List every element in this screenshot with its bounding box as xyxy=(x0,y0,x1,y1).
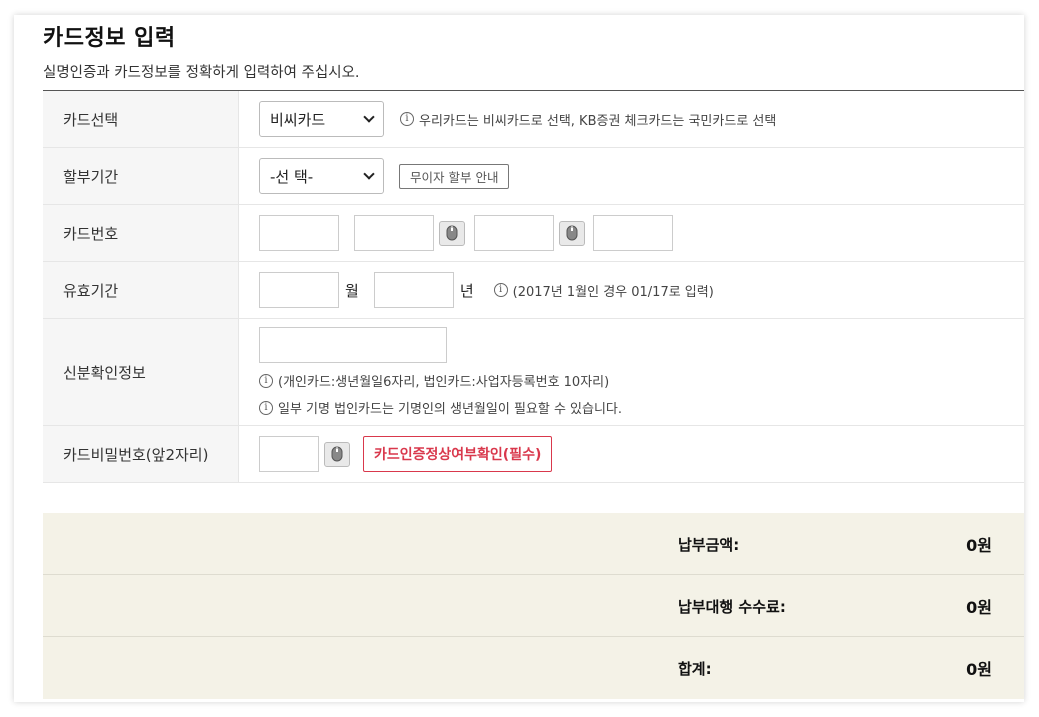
summary-label: 납부금액: xyxy=(678,535,740,554)
expiry-year-input[interactable] xyxy=(373,272,454,308)
identity-info-1: i (개인카드:생년월일6자리, 법인카드:사업자등록번호 10자리) xyxy=(259,371,609,390)
payment-summary: 납부금액: 0원 납부대행 수수료: 0원 합계: 0원 xyxy=(43,513,1024,699)
card-select-label: 카드선택 xyxy=(43,91,239,147)
row-card-number: 카드번호 xyxy=(43,205,1024,262)
card-select-value: 비씨카드 xyxy=(270,110,326,129)
mouse-icon[interactable] xyxy=(439,220,465,246)
info-circle-icon: i xyxy=(259,373,273,388)
expiry-info-text: (2017년 1월인 경우 01/17로 입력) xyxy=(512,284,714,300)
card-number-input-3[interactable] xyxy=(474,215,554,251)
interest-free-info-button[interactable]: 무이자 할부 안내 xyxy=(399,163,510,189)
month-unit: 월 xyxy=(345,281,359,300)
summary-row-total: 합계: 0원 xyxy=(43,637,1024,699)
chevron-down-icon xyxy=(363,111,375,123)
card-form: 카드선택 비씨카드 i 우리카드는 비씨카드로 선택, KB증권 체크카드는 국… xyxy=(43,90,1024,483)
row-password: 카드비밀번호(앞2자리) 카드인증정상여부확인(필수) xyxy=(43,426,1024,483)
page-title: 카드정보 입력 xyxy=(43,26,176,51)
card-number-input-4[interactable] xyxy=(593,215,673,251)
identity-input[interactable] xyxy=(259,327,447,363)
row-identity: 신분확인정보 i (개인카드:생년월일6자리, 법인카드:사업자등록번호 10자… xyxy=(43,319,1024,426)
card-info-panel: 카드정보 입력 실명인증과 카드정보를 정확하게 입력하여 주십시오. 카드선택… xyxy=(14,15,1024,702)
summary-value: 0원 xyxy=(966,660,992,679)
mouse-icon[interactable] xyxy=(559,220,585,246)
identity-info-2-text: 일부 기명 법인카드는 기명인의 생년월일이 필요할 수 있습니다. xyxy=(278,402,623,417)
summary-label: 합계: xyxy=(678,659,712,678)
installment-label: 할부기간 xyxy=(43,148,239,204)
identity-label: 신분확인정보 xyxy=(43,319,239,425)
summary-row-fee: 납부대행 수수료: 0원 xyxy=(43,575,1024,637)
identity-info-2: i 일부 기명 법인카드는 기명인의 생년월일이 필요할 수 있습니다. xyxy=(259,398,622,417)
card-select-info-text: 우리카드는 비씨카드로 선택, KB증권 체크카드는 국민카드로 선택 xyxy=(419,113,777,129)
mouse-icon[interactable] xyxy=(324,441,350,467)
expiry-month-input[interactable] xyxy=(259,272,339,308)
expiry-info: i (2017년 1월인 경우 01/17로 입력) xyxy=(493,281,714,300)
summary-value: 0원 xyxy=(966,536,992,555)
summary-value: 0원 xyxy=(966,598,992,617)
card-select-dropdown[interactable]: 비씨카드 xyxy=(259,101,384,137)
row-card-select: 카드선택 비씨카드 i 우리카드는 비씨카드로 선택, KB증권 체크카드는 국… xyxy=(43,91,1024,148)
row-installment: 할부기간 -선 택- 무이자 할부 안내 xyxy=(43,148,1024,205)
installment-value: -선 택- xyxy=(270,167,314,186)
card-number-label: 카드번호 xyxy=(43,205,239,261)
installment-dropdown[interactable]: -선 택- xyxy=(259,158,384,194)
card-number-input-1[interactable] xyxy=(259,215,339,251)
info-circle-icon: i xyxy=(259,400,273,415)
password-label: 카드비밀번호(앞2자리) xyxy=(43,426,239,482)
year-unit: 년 xyxy=(459,281,474,300)
summary-label: 납부대행 수수료: xyxy=(678,597,786,616)
identity-info-1-text: (개인카드:생년월일6자리, 법인카드:사업자등록번호 10자리) xyxy=(278,375,610,390)
summary-row-amount: 납부금액: 0원 xyxy=(43,513,1024,575)
info-circle-icon: i xyxy=(493,283,508,297)
chevron-down-icon xyxy=(363,168,375,180)
row-expiry: 유효기간 월 년 i (2017년 1월인 경우 01/17로 입력) xyxy=(43,262,1024,319)
page-subtitle: 실명인증과 카드정보를 정확하게 입력하여 주십시오. xyxy=(43,65,360,81)
card-number-input-2[interactable] xyxy=(354,215,434,251)
card-select-info: i 우리카드는 비씨카드로 선택, KB증권 체크카드는 국민카드로 선택 xyxy=(400,110,776,129)
expiry-label: 유효기간 xyxy=(43,262,239,318)
info-circle-icon: i xyxy=(400,112,414,126)
card-verify-button[interactable]: 카드인증정상여부확인(필수) xyxy=(363,436,553,472)
password-input[interactable] xyxy=(259,436,319,472)
